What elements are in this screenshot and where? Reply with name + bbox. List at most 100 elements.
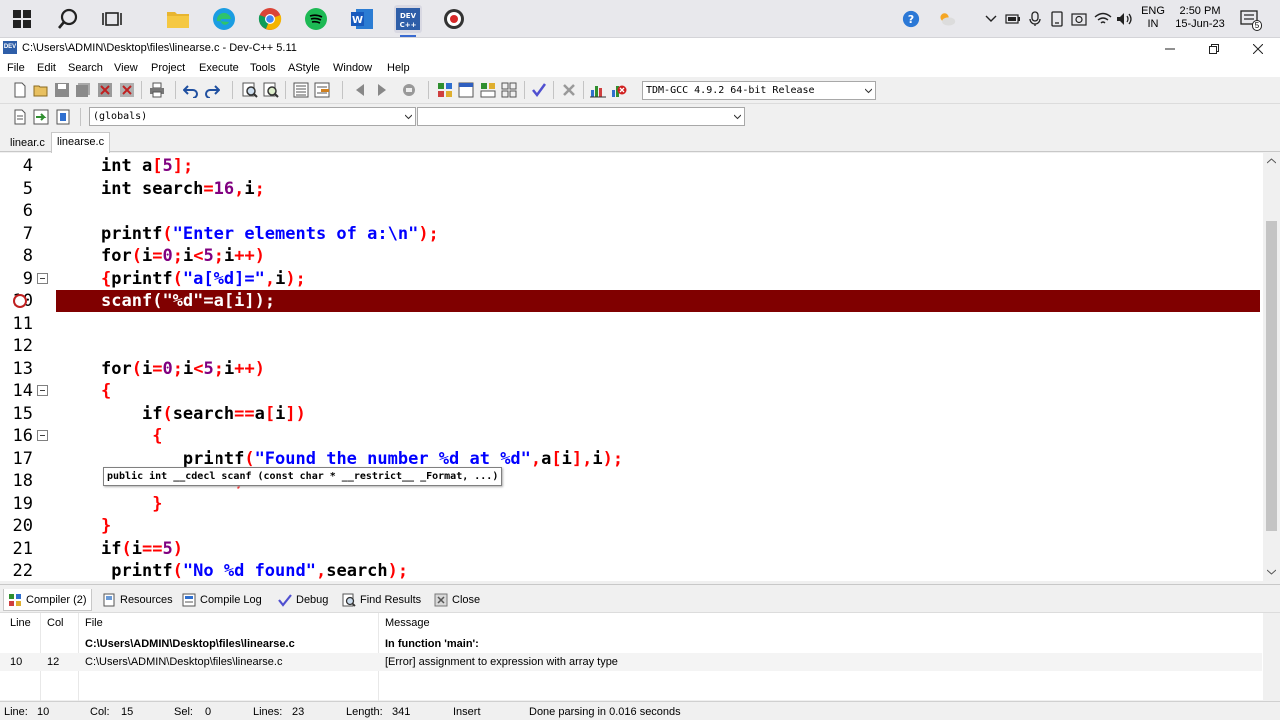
- close-file-icon[interactable]: [97, 82, 113, 98]
- code-line[interactable]: [56, 335, 1260, 357]
- device-icon[interactable]: [1048, 10, 1066, 28]
- redo-icon[interactable]: [204, 82, 220, 98]
- panel-tab-compiler[interactable]: Compiler (2): [3, 589, 92, 611]
- indent-icon[interactable]: [293, 82, 309, 98]
- scroll-down-icon[interactable]: [1267, 569, 1276, 575]
- close-all-icon[interactable]: [119, 82, 135, 98]
- next-page-icon[interactable]: [374, 82, 390, 98]
- minimize-button[interactable]: [1148, 38, 1192, 59]
- volume-icon[interactable]: [1116, 10, 1134, 28]
- code-line[interactable]: for(i=0;i<5;i++): [56, 245, 1260, 267]
- editor-scroll-thumb[interactable]: [1266, 221, 1277, 531]
- bookmark-icon[interactable]: [401, 82, 417, 98]
- chevron-up-icon[interactable]: [982, 10, 1000, 28]
- scroll-up-icon[interactable]: [1267, 158, 1276, 164]
- spotify-icon[interactable]: [302, 5, 330, 33]
- file-explorer-icon[interactable]: [164, 5, 192, 33]
- message-row[interactable]: C:\Users\ADMIN\Desktop\files\linearse.c …: [0, 635, 1262, 653]
- code-line[interactable]: if(search==a[i]): [56, 403, 1260, 425]
- notification-icon[interactable]: 5: [1240, 10, 1262, 31]
- panel-tab-find-results[interactable]: Find Results: [338, 589, 425, 611]
- search-icon[interactable]: [54, 5, 82, 33]
- weather-icon[interactable]: [938, 10, 956, 28]
- new-file-icon[interactable]: [12, 82, 28, 98]
- wifi-icon[interactable]: [1094, 10, 1112, 28]
- tab-linear[interactable]: linear.c: [5, 134, 50, 152]
- windows-start-icon[interactable]: [8, 5, 36, 33]
- fold-toggle-icon[interactable]: [37, 272, 48, 284]
- editor-vertical-scrollbar[interactable]: [1263, 153, 1280, 581]
- column-header-line[interactable]: Line: [10, 617, 31, 629]
- code-line[interactable]: for(i=0;i<5;i++): [56, 358, 1260, 380]
- code-line[interactable]: if(i==5): [56, 538, 1260, 560]
- insert-icon[interactable]: [12, 109, 28, 125]
- edge-browser-icon[interactable]: [210, 5, 238, 33]
- code-line[interactable]: int a[5];: [56, 155, 1260, 177]
- save-icon[interactable]: [54, 82, 70, 98]
- compiler-select[interactable]: TDM-GCC 4.9.2 64-bit Release: [642, 81, 876, 100]
- goto-line-icon[interactable]: [33, 109, 49, 125]
- fold-toggle-icon[interactable]: [37, 430, 48, 441]
- close-window-button[interactable]: [1236, 38, 1280, 59]
- microphone-icon[interactable]: [1026, 10, 1044, 28]
- code-line[interactable]: }: [56, 515, 1260, 537]
- menu-help[interactable]: Help: [387, 62, 410, 74]
- screen-recorder-icon[interactable]: [440, 5, 468, 33]
- tab-linearse[interactable]: linearse.c: [51, 132, 111, 153]
- code-line-error[interactable]: scanf("%d"=a[i]);: [56, 290, 1260, 312]
- language-indicator[interactable]: ENG IN: [1140, 5, 1166, 31]
- undo-icon[interactable]: [183, 82, 199, 98]
- class-select[interactable]: (globals): [89, 107, 416, 126]
- menu-astyle[interactable]: AStyle: [288, 62, 320, 74]
- message-row[interactable]: 10 12 C:\Users\ADMIN\Desktop\files\linea…: [0, 653, 1262, 671]
- code-line[interactable]: {printf("a[%d]=",i);: [56, 268, 1260, 290]
- task-view-icon[interactable]: [98, 5, 126, 33]
- code-line[interactable]: {: [56, 425, 1260, 447]
- menu-file[interactable]: File: [7, 62, 25, 74]
- rebuild-all-icon[interactable]: [501, 82, 517, 98]
- replace-icon[interactable]: [263, 82, 279, 98]
- save-all-icon[interactable]: [75, 82, 91, 98]
- compile-run-icon[interactable]: [480, 82, 496, 98]
- toggle-bookmark-icon[interactable]: [55, 109, 71, 125]
- code-line[interactable]: [56, 313, 1260, 335]
- previous-page-icon[interactable]: [352, 82, 368, 98]
- menu-search[interactable]: Search: [68, 62, 103, 74]
- profile-icon[interactable]: [590, 82, 606, 98]
- unindent-icon[interactable]: [314, 82, 330, 98]
- panel-tab-resources[interactable]: Resources: [98, 589, 177, 611]
- print-icon[interactable]: [149, 82, 165, 98]
- code-line[interactable]: printf("No %d found",search);: [56, 560, 1260, 581]
- syntax-check-icon[interactable]: [531, 82, 547, 98]
- menu-project[interactable]: Project: [151, 62, 185, 74]
- code-line[interactable]: [56, 200, 1260, 222]
- menu-execute[interactable]: Execute: [199, 62, 239, 74]
- column-header-message[interactable]: Message: [385, 617, 430, 629]
- code-editor[interactable]: 45678910111213141516171819202122 int a[5…: [0, 153, 1280, 581]
- devcpp-taskbar-icon[interactable]: DEV C++: [394, 5, 422, 37]
- code-line[interactable]: }: [56, 493, 1260, 515]
- menu-tools[interactable]: Tools: [250, 62, 276, 74]
- open-file-icon[interactable]: [33, 82, 49, 98]
- word-icon[interactable]: W: [348, 5, 376, 33]
- menu-view[interactable]: View: [114, 62, 138, 74]
- menu-edit[interactable]: Edit: [37, 62, 56, 74]
- column-header-file[interactable]: File: [85, 617, 103, 629]
- code-line[interactable]: int search=16,i;: [56, 178, 1260, 200]
- messages-vertical-scrollbar[interactable]: [1263, 613, 1280, 701]
- help-icon[interactable]: ?: [902, 10, 920, 28]
- column-header-col[interactable]: Col: [47, 617, 64, 629]
- member-select[interactable]: [417, 107, 745, 126]
- stop-execution-icon[interactable]: [561, 82, 577, 98]
- restore-button[interactable]: [1192, 38, 1236, 59]
- chrome-browser-icon[interactable]: [256, 5, 284, 33]
- clock[interactable]: 2:50 PM 15-Jun-23: [1172, 5, 1228, 31]
- delete-profile-icon[interactable]: [611, 82, 627, 98]
- panel-tab-close[interactable]: Close: [430, 589, 484, 611]
- fold-toggle-icon[interactable]: [37, 385, 48, 396]
- panel-tab-compile-log[interactable]: Compile Log: [178, 589, 266, 611]
- find-icon[interactable]: [242, 82, 258, 98]
- code-line[interactable]: {: [56, 380, 1260, 402]
- panel-tab-debug[interactable]: Debug: [274, 589, 332, 611]
- run-icon[interactable]: [458, 82, 474, 98]
